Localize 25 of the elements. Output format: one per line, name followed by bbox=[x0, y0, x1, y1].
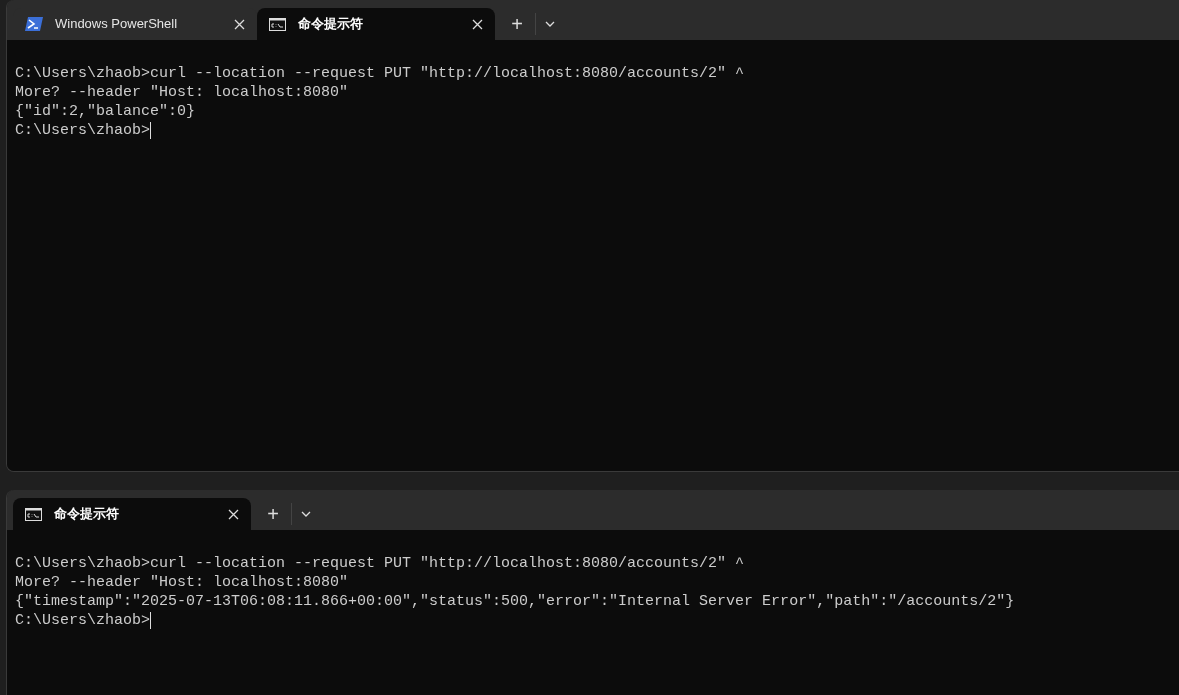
powershell-icon bbox=[25, 17, 43, 31]
tab-title: 命令提示符 bbox=[298, 15, 364, 34]
close-icon[interactable] bbox=[228, 508, 239, 520]
dropdown-icon[interactable] bbox=[301, 511, 311, 517]
terminal-line: C:\Users\zhaob> bbox=[15, 611, 151, 630]
terminal-line: {"id":2,"balance":0} bbox=[15, 102, 196, 121]
close-icon[interactable] bbox=[472, 18, 483, 30]
close-icon[interactable] bbox=[234, 18, 245, 30]
text-cursor bbox=[150, 612, 152, 629]
new-tab-button[interactable]: + bbox=[255, 498, 291, 530]
terminal-line: C:\Users\zhaob>curl --location --request PUT "http://localhost:8080/accounts/2" ^ bbox=[15, 64, 745, 83]
terminal-icon bbox=[269, 17, 286, 31]
terminal-line: C:\Users\zhaob>curl --location --request PUT "http://localhost:8080/accounts/2" ^ bbox=[15, 554, 745, 573]
tab-title: Windows PowerShell bbox=[55, 15, 179, 34]
terminal-line: More? --header "Host: localhost:8080" bbox=[15, 83, 349, 102]
terminal-line: More? --header "Host: localhost:8080" bbox=[15, 573, 349, 592]
tab[interactable]: 命令提示符 bbox=[13, 498, 251, 530]
tab[interactable]: 命令提示符 bbox=[257, 8, 495, 40]
tab-title: 命令提示符 bbox=[54, 505, 120, 524]
text-cursor bbox=[150, 122, 152, 139]
terminal-line: {"timestamp":"2025-07-13T06:08:11.866+00:00","status":500,"error":"Internal Server Error","path":"/accounts/2"} bbox=[15, 592, 1015, 611]
new-tab-button[interactable]: + bbox=[499, 8, 535, 40]
terminal-icon bbox=[25, 507, 42, 521]
dropdown-icon[interactable] bbox=[545, 21, 555, 27]
terminal-line: C:\Users\zhaob> bbox=[15, 121, 151, 140]
